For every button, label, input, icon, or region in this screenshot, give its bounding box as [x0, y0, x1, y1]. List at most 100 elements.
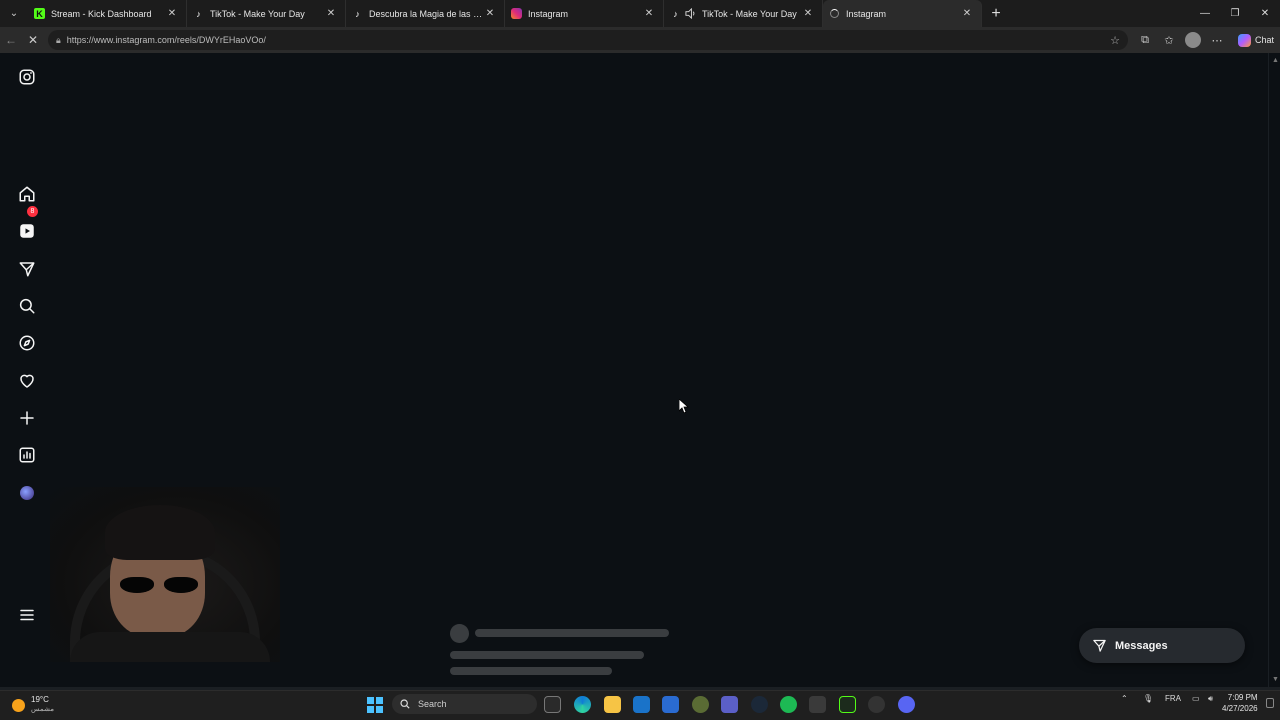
close-icon[interactable]: ✕	[643, 8, 655, 19]
edge-browser-icon[interactable]	[574, 696, 591, 713]
restore-icon[interactable]: ❐	[1220, 0, 1250, 27]
tab-instagram-active[interactable]: Instagram ✕	[823, 0, 982, 27]
skeleton-line	[450, 667, 612, 675]
network-icon[interactable]: ▭	[1192, 694, 1200, 703]
search-icon	[400, 699, 410, 709]
instagram-logo-icon	[511, 8, 522, 19]
url-text: https://www.instagram.com/reels/DWYrEHao…	[66, 35, 266, 45]
close-icon[interactable]: ✕	[325, 8, 337, 19]
tab-kick-dashboard[interactable]: K Stream - Kick Dashboard ✕	[28, 0, 187, 27]
tab-instagram-1[interactable]: Instagram ✕	[505, 0, 664, 27]
skeleton-line	[450, 651, 644, 659]
kick-logo-icon: K	[34, 8, 45, 19]
clock-time: 7:09 PM	[1227, 693, 1258, 702]
calculator-icon[interactable]	[809, 696, 826, 713]
notification-center-icon[interactable]	[1266, 698, 1274, 708]
close-icon[interactable]: ✕	[961, 8, 973, 19]
screen: ⌄ K Stream - Kick Dashboard ✕ ♪ TikTok -…	[0, 0, 1280, 720]
discord-icon[interactable]	[898, 696, 915, 713]
explore-icon[interactable]	[17, 333, 37, 353]
close-window-icon[interactable]: ✕	[1250, 0, 1280, 27]
kick-studio-icon[interactable]	[839, 696, 856, 713]
weather-temp: 19°C	[31, 695, 49, 704]
steam-icon[interactable]	[751, 696, 768, 713]
messages-label: Messages	[1115, 639, 1168, 652]
close-icon[interactable]: ✕	[802, 8, 814, 19]
reels-icon[interactable]	[17, 221, 37, 241]
instagram-logo-icon[interactable]	[17, 67, 37, 87]
profile-avatar[interactable]	[1184, 31, 1202, 49]
chat-label: Chat	[1255, 35, 1275, 45]
tab-tiktok-2[interactable]: ♪ TikTok - Make Your Day ✕	[664, 0, 823, 27]
favorite-star-icon[interactable]: ☆	[1110, 34, 1120, 47]
window-controls: — ❐ ✕	[1190, 0, 1280, 27]
teams-icon[interactable]	[721, 696, 738, 713]
tiktok-logo-icon: ♪	[355, 8, 360, 19]
browser-toolbar: ← ✕ 🔒︎ https://www.instagram.com/reels/D…	[0, 27, 1280, 53]
close-icon[interactable]: ✕	[484, 8, 496, 19]
create-plus-icon[interactable]	[17, 408, 37, 428]
vertical-scrollbar[interactable]: ▲ ▼	[1268, 53, 1280, 687]
tab-title: TikTok - Make Your Day	[210, 8, 305, 19]
scroll-down-icon[interactable]: ▼	[1272, 676, 1279, 683]
input-language[interactable]: FRA	[1165, 694, 1181, 703]
microphone-icon[interactable]: 🎙︎	[1143, 694, 1153, 703]
tab-title: TikTok - Make Your Day	[702, 8, 797, 19]
obs-icon[interactable]	[868, 696, 885, 713]
direct-messages-icon[interactable]	[17, 259, 37, 279]
search-placeholder: Search	[418, 699, 447, 709]
copilot-icon	[1238, 33, 1251, 47]
direct-messages-icon	[1091, 638, 1107, 654]
system-clock[interactable]: 7:09 PM 4/27/2026	[1222, 692, 1258, 714]
volume-icon[interactable]: 🔊︎	[1208, 694, 1213, 704]
tab-title: Instagram	[528, 8, 569, 19]
more-menu-icon[interactable]	[17, 605, 37, 625]
profile-avatar[interactable]	[20, 486, 34, 500]
loading-spinner-icon	[829, 8, 840, 19]
store-icon[interactable]	[662, 696, 679, 713]
weather-condition: مشمس	[31, 706, 54, 713]
outlook-icon[interactable]	[633, 696, 650, 713]
tiktok-logo-icon: ♪	[673, 8, 678, 19]
tab-actions-menu-button[interactable]: ⌄	[0, 0, 28, 27]
notifications-heart-icon[interactable]	[17, 371, 37, 391]
task-view-icon[interactable]	[544, 696, 561, 713]
minimize-icon[interactable]: —	[1190, 0, 1220, 27]
messages-button[interactable]: Messages	[1079, 628, 1245, 663]
home-icon[interactable]	[17, 184, 37, 204]
taskbar-search[interactable]: Search	[392, 694, 537, 714]
sun-icon	[12, 698, 25, 712]
streamer-webcam-overlay	[50, 487, 280, 662]
tab-title: Descubra la Magia de las Flores de	[369, 8, 484, 19]
tab-title: Stream - Kick Dashboard	[51, 8, 152, 19]
windows-start-icon[interactable]	[367, 697, 383, 713]
browser-tab-strip: ⌄ K Stream - Kick Dashboard ✕ ♪ TikTok -…	[0, 0, 1280, 27]
lock-icon[interactable]: 🔒︎	[56, 35, 61, 46]
clock-date: 4/27/2026	[1222, 704, 1258, 713]
notification-badge: 8	[27, 206, 38, 217]
weather-widget[interactable]: 19°C مشمس	[12, 695, 54, 715]
tray-overflow-icon[interactable]: ⌃	[1121, 694, 1128, 703]
speaker-icon[interactable]	[685, 8, 696, 19]
skeleton-avatar	[450, 624, 469, 643]
search-icon[interactable]	[17, 296, 37, 316]
skeleton-line	[475, 629, 669, 637]
favorites-icon[interactable]: ✩	[1160, 31, 1178, 49]
dashboard-icon[interactable]	[17, 445, 37, 465]
back-arrow-icon[interactable]: ←	[0, 29, 22, 51]
extensions-icon[interactable]: ⧉	[1136, 31, 1154, 49]
tab-tiktok-1[interactable]: ♪ TikTok - Make Your Day ✕	[187, 0, 346, 27]
copilot-chat-button[interactable]: Chat	[1232, 33, 1275, 47]
stop-loading-icon[interactable]: ✕	[22, 29, 44, 51]
close-icon[interactable]: ✕	[166, 8, 178, 19]
xbox-icon[interactable]	[692, 696, 709, 713]
scroll-up-icon[interactable]: ▲	[1272, 57, 1279, 64]
address-bar[interactable]: 🔒︎ https://www.instagram.com/reels/DWYrE…	[48, 30, 1128, 50]
tab-tiktok-flores[interactable]: ♪ Descubra la Magia de las Flores de ✕	[346, 0, 505, 27]
spotify-icon[interactable]	[780, 696, 797, 713]
tab-title: Instagram	[846, 8, 887, 19]
more-options-icon[interactable]: ⋯	[1208, 31, 1226, 49]
file-explorer-icon[interactable]	[604, 696, 621, 713]
new-tab-button[interactable]: +	[982, 0, 1010, 27]
instagram-sidebar	[0, 53, 54, 687]
